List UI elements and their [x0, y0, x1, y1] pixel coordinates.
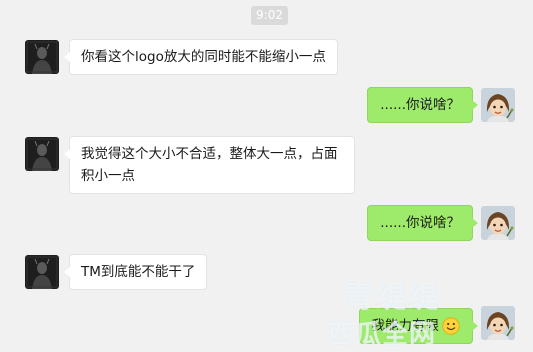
message-bubble-outgoing[interactable]: ......你说啥？ — [367, 87, 478, 123]
message-bubble-outgoing[interactable]: ......你说啥？ — [367, 205, 478, 241]
message-text: 我能力有限 — [371, 318, 440, 334]
cartoon-girl-icon — [481, 206, 515, 240]
dark-portrait-icon — [25, 40, 59, 74]
smile-emoji-icon — [442, 317, 460, 335]
message-text-line: 我觉得这个大小不合适，整体大一点，占面 — [81, 146, 338, 162]
message-text: ......你说啥？ — [380, 215, 460, 231]
message-text: 你看这个logo放大的同时能不能缩小一点 — [81, 49, 326, 65]
message-bubble-incoming[interactable]: TM到底能不能干了 — [63, 254, 208, 290]
self-avatar[interactable] — [481, 206, 515, 240]
chat-window: 9:02 你看这个logo放大的同时能不能缩小一点 ......你说啥？ 我觉得… — [0, 0, 533, 352]
message-bubble-outgoing[interactable]: 我能力有限 — [358, 308, 478, 344]
cartoon-girl-icon — [481, 88, 515, 122]
timestamp: 9:02 — [251, 6, 288, 25]
message-text: TM到底能不能干了 — [81, 264, 196, 280]
message-text: ......你说啥？ — [380, 97, 460, 113]
self-avatar[interactable] — [481, 88, 515, 122]
contact-avatar[interactable] — [25, 137, 59, 171]
message-bubble-incoming[interactable]: 我觉得这个大小不合适，整体大一点，占面 积小一点 — [64, 136, 355, 194]
dark-portrait-icon — [25, 255, 59, 289]
message-text-line: 积小一点 — [81, 168, 135, 184]
message-bubble-incoming[interactable]: 你看这个logo放大的同时能不能缩小一点 — [64, 39, 338, 75]
dark-portrait-icon — [25, 137, 59, 171]
contact-avatar[interactable] — [25, 255, 59, 289]
self-avatar[interactable] — [481, 306, 515, 340]
contact-avatar[interactable] — [25, 40, 59, 74]
cartoon-girl-icon — [481, 306, 515, 340]
